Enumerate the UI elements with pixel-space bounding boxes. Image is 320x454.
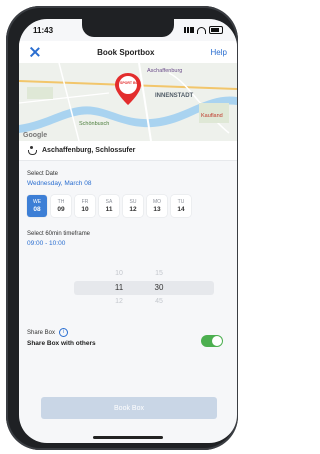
home-indicator <box>93 436 163 439</box>
map-label: Aschaffenburg <box>147 68 183 74</box>
hour-option-selected[interactable]: 11 <box>104 281 134 295</box>
day-number: 08 <box>33 206 41 213</box>
day-name: WE <box>32 199 42 205</box>
map-label: Kaufland <box>201 113 223 119</box>
toggle-knob <box>212 336 222 346</box>
user-location-icon <box>27 146 37 155</box>
day-name: TH <box>57 199 65 205</box>
share-box-label-row: Share Box i <box>27 328 69 337</box>
day-chip[interactable]: FR 10 <box>75 195 95 217</box>
day-name: MO <box>152 199 162 205</box>
app-header: Book Sportbox Help <box>19 41 237 63</box>
day-name: FR <box>81 199 89 205</box>
timeframe-label: Select 60min timeframe <box>27 231 91 237</box>
day-chip[interactable]: WE 08 <box>27 195 47 217</box>
book-box-button[interactable]: Book Box <box>41 397 217 419</box>
share-toggle-label: Share Box with others <box>27 340 96 347</box>
day-number: 10 <box>81 206 89 213</box>
share-toggle[interactable] <box>201 335 223 347</box>
minute-option[interactable]: 15 <box>144 267 174 281</box>
time-picker[interactable]: 10 11 12 15 30 45 <box>74 267 214 311</box>
day-name: SA <box>105 199 113 205</box>
date-selector: WE 08 TH 09 FR 10 SA 11 SU 12 MO 13 TU 14 <box>27 195 191 217</box>
google-logo: Google <box>23 132 48 139</box>
day-number: 11 <box>105 206 113 213</box>
day-number: 09 <box>57 206 65 213</box>
day-name: TU <box>177 199 185 205</box>
day-chip[interactable]: MO 13 <box>147 195 167 217</box>
day-number: 12 <box>129 206 137 213</box>
minute-option-selected[interactable]: 30 <box>144 281 174 295</box>
close-icon[interactable] <box>29 46 41 58</box>
info-icon[interactable]: i <box>59 328 69 337</box>
status-icons <box>184 26 223 34</box>
hour-option[interactable]: 12 <box>104 295 134 309</box>
location-name: Aschaffenburg, Schlossufer <box>42 147 136 154</box>
share-box-label: Share Box <box>27 329 56 336</box>
location-row[interactable]: Aschaffenburg, Schlossufer <box>19 141 237 161</box>
location-map[interactable]: SPORT BOX Aschaffenburg INNENSTADT Kaufl… <box>19 63 237 141</box>
day-chip[interactable]: TU 14 <box>171 195 191 217</box>
hour-option[interactable]: 10 <box>104 267 134 281</box>
date-label: Select Date <box>27 171 59 177</box>
map-pin-label: SPORT BOX <box>120 81 141 85</box>
phone-frame: 11:43 Book Sportbox Help SPORT BOX Ascha… <box>6 6 238 450</box>
day-chip[interactable]: TH 09 <box>51 195 71 217</box>
status-bar: 11:43 <box>19 19 237 41</box>
app-screen: 11:43 Book Sportbox Help SPORT BOX Ascha… <box>19 19 237 443</box>
map-label: Schönbusch <box>79 121 110 127</box>
signal-icon <box>184 27 194 33</box>
timeframe-value: 09:00 - 10:00 <box>27 240 66 247</box>
date-value: Wednesday, March 08 <box>27 180 92 187</box>
map-label: INNENSTADT <box>155 93 194 99</box>
minute-wheel[interactable]: 15 30 45 <box>144 267 174 309</box>
minute-option[interactable]: 45 <box>144 295 174 309</box>
battery-icon <box>209 26 223 34</box>
wifi-icon <box>197 26 206 34</box>
day-number: 14 <box>177 206 185 213</box>
day-number: 13 <box>153 206 161 213</box>
help-link[interactable]: Help <box>211 48 227 57</box>
day-chip[interactable]: SA 11 <box>99 195 119 217</box>
hour-wheel[interactable]: 10 11 12 <box>104 267 134 309</box>
map-graphic <box>19 63 237 141</box>
day-name: SU <box>129 199 137 205</box>
status-time: 11:43 <box>33 25 54 35</box>
page-title: Book Sportbox <box>97 47 155 57</box>
day-chip[interactable]: SU 12 <box>123 195 143 217</box>
